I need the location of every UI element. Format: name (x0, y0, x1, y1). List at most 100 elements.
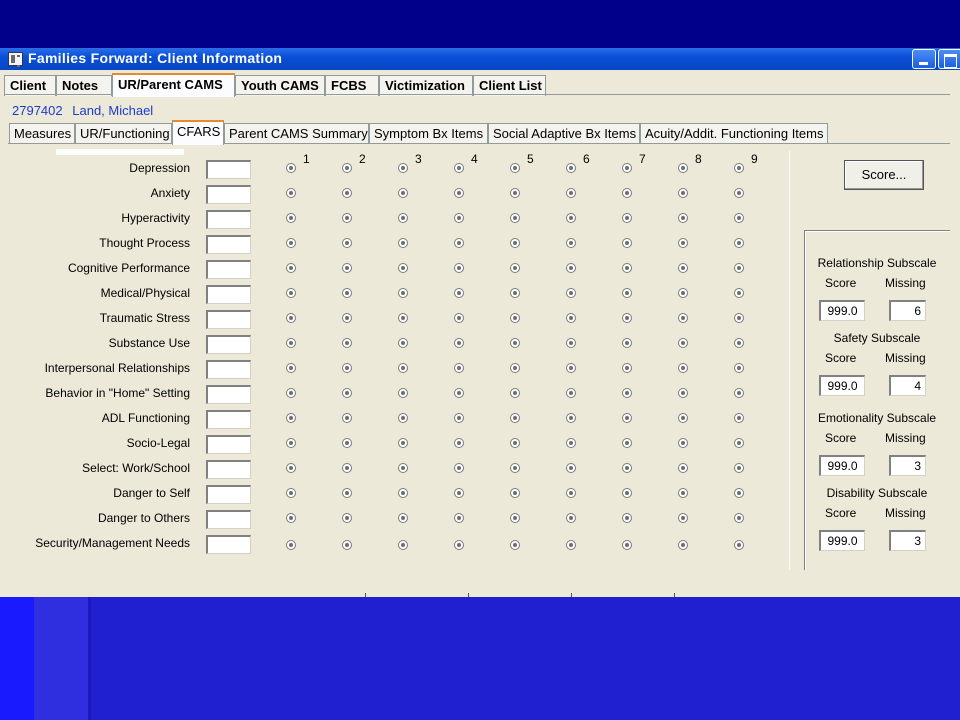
rating-radio[interactable] (342, 288, 352, 298)
rating-radio[interactable] (734, 338, 744, 348)
rating-radio[interactable] (734, 413, 744, 423)
subtab-ur-functioning[interactable]: UR/Functioning (75, 123, 172, 144)
rating-radio[interactable] (734, 513, 744, 523)
rating-radio[interactable] (566, 163, 576, 173)
rating-radio[interactable] (622, 413, 632, 423)
rating-radio[interactable] (566, 513, 576, 523)
rating-radio[interactable] (454, 413, 464, 423)
subtab-cfars[interactable]: CFARS (172, 120, 224, 145)
rating-radio[interactable] (454, 363, 464, 373)
rating-radio[interactable] (342, 513, 352, 523)
rating-radio[interactable] (510, 263, 520, 273)
rating-radio[interactable] (566, 188, 576, 198)
subtab-symptom-bx-items[interactable]: Symptom Bx Items (369, 123, 488, 144)
rating-radio[interactable] (734, 388, 744, 398)
rating-radio[interactable] (286, 438, 296, 448)
rating-radio[interactable] (286, 263, 296, 273)
rating-radio[interactable] (622, 388, 632, 398)
rating-radio[interactable] (510, 388, 520, 398)
rating-radio[interactable] (398, 463, 408, 473)
rating-radio[interactable] (398, 238, 408, 248)
rating-radio[interactable] (342, 463, 352, 473)
rating-radio[interactable] (286, 238, 296, 248)
rating-radio[interactable] (342, 363, 352, 373)
rating-radio[interactable] (286, 338, 296, 348)
rating-radio[interactable] (678, 513, 688, 523)
rating-radio[interactable] (286, 463, 296, 473)
rating-radio[interactable] (398, 313, 408, 323)
tab-client[interactable]: Client (4, 75, 56, 96)
rating-input[interactable] (206, 185, 251, 204)
rating-radio[interactable] (342, 213, 352, 223)
rating-radio[interactable] (286, 288, 296, 298)
rating-radio[interactable] (734, 163, 744, 173)
subtab-social-adaptive-bx-items[interactable]: Social Adaptive Bx Items (488, 123, 640, 144)
rating-radio[interactable] (454, 338, 464, 348)
rating-input[interactable] (206, 535, 251, 554)
subtab-parent-cams-summary[interactable]: Parent CAMS Summary (224, 123, 369, 144)
rating-radio[interactable] (454, 313, 464, 323)
subtab-measures[interactable]: Measures (9, 123, 75, 144)
rating-radio[interactable] (678, 213, 688, 223)
rating-radio[interactable] (622, 513, 632, 523)
subtab-acuity-addit-functioning-items[interactable]: Acuity/Addit. Functioning Items (640, 123, 828, 144)
rating-radio[interactable] (398, 188, 408, 198)
rating-radio[interactable] (398, 413, 408, 423)
rating-input[interactable] (206, 335, 251, 354)
tab-fcbs[interactable]: FCBS (325, 75, 379, 96)
rating-radio[interactable] (342, 488, 352, 498)
rating-radio[interactable] (566, 263, 576, 273)
tab-notes[interactable]: Notes (56, 75, 112, 96)
rating-radio[interactable] (454, 288, 464, 298)
rating-radio[interactable] (454, 388, 464, 398)
rating-radio[interactable] (734, 238, 744, 248)
rating-radio[interactable] (510, 338, 520, 348)
rating-radio[interactable] (622, 338, 632, 348)
score-button[interactable]: Score... (844, 160, 924, 190)
title-bar[interactable]: Families Forward: Client Information (0, 48, 960, 70)
rating-radio[interactable] (510, 238, 520, 248)
rating-radio[interactable] (454, 188, 464, 198)
rating-radio[interactable] (398, 338, 408, 348)
rating-radio[interactable] (398, 163, 408, 173)
rating-radio[interactable] (398, 438, 408, 448)
rating-radio[interactable] (454, 540, 464, 550)
rating-radio[interactable] (678, 313, 688, 323)
rating-radio[interactable] (734, 540, 744, 550)
rating-input[interactable] (206, 210, 251, 229)
rating-radio[interactable] (342, 540, 352, 550)
rating-radio[interactable] (510, 363, 520, 373)
rating-radio[interactable] (622, 363, 632, 373)
subscale-score-field[interactable]: 999.0 (819, 530, 865, 551)
rating-radio[interactable] (678, 338, 688, 348)
rating-input[interactable] (206, 360, 251, 379)
rating-radio[interactable] (678, 288, 688, 298)
rating-radio[interactable] (622, 163, 632, 173)
rating-radio[interactable] (510, 188, 520, 198)
rating-radio[interactable] (734, 363, 744, 373)
rating-radio[interactable] (678, 438, 688, 448)
rating-radio[interactable] (678, 238, 688, 248)
rating-radio[interactable] (678, 413, 688, 423)
rating-radio[interactable] (566, 313, 576, 323)
rating-radio[interactable] (678, 488, 688, 498)
rating-radio[interactable] (678, 388, 688, 398)
rating-radio[interactable] (286, 413, 296, 423)
rating-radio[interactable] (566, 338, 576, 348)
rating-radio[interactable] (342, 263, 352, 273)
rating-radio[interactable] (510, 513, 520, 523)
rating-radio[interactable] (454, 263, 464, 273)
rating-input[interactable] (206, 310, 251, 329)
rating-radio[interactable] (454, 238, 464, 248)
tab-victimization[interactable]: Victimization (379, 75, 473, 96)
rating-radio[interactable] (398, 288, 408, 298)
rating-radio[interactable] (622, 463, 632, 473)
rating-radio[interactable] (510, 163, 520, 173)
maximize-button[interactable] (938, 49, 960, 69)
rating-radio[interactable] (398, 513, 408, 523)
rating-input[interactable] (206, 510, 251, 529)
rating-input[interactable] (206, 235, 251, 254)
rating-input[interactable] (206, 260, 251, 279)
rating-radio[interactable] (342, 413, 352, 423)
rating-radio[interactable] (734, 488, 744, 498)
